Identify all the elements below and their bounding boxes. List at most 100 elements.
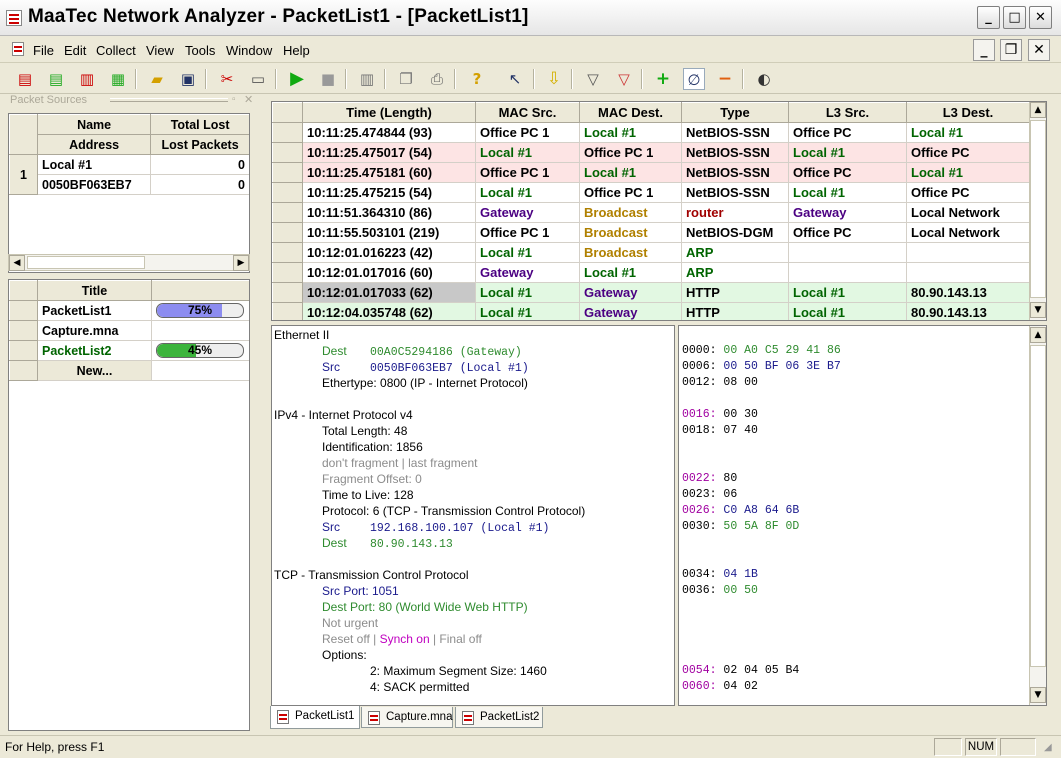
detail-line[interactable]: 4: SACK permitted (370, 680, 469, 694)
scroll-thumb[interactable] (1030, 120, 1046, 298)
mdi-restore-button[interactable]: ❐ (1000, 39, 1022, 61)
detail-line[interactable]: Time to Live: 128 (322, 488, 414, 502)
zoom-reset-icon[interactable]: ∅ (683, 68, 705, 90)
menu-tools[interactable]: Tools (185, 43, 215, 58)
report-icon[interactable]: ▦ (107, 68, 129, 90)
tab-packetlist1[interactable]: PacketList1 (270, 706, 360, 729)
col-mac-src[interactable]: MAC Src. (475, 102, 580, 123)
help-icon[interactable]: ? (466, 68, 488, 90)
menu-collect[interactable]: Collect (96, 43, 136, 58)
packet-row[interactable]: 10:11:51.364310 (86) Gateway Broadcast rout… (272, 202, 1030, 223)
delete-icon[interactable]: ▥ (356, 68, 378, 90)
scroll-down-icon[interactable]: ▼ (1030, 302, 1046, 318)
col-address[interactable]: Address (36, 134, 152, 155)
source-row-2[interactable]: 0050BF063EB7 0 (10, 174, 249, 195)
detail-line[interactable]: Identification: 1856 (322, 440, 423, 454)
scroll-up-icon[interactable]: ▲ (1030, 327, 1046, 343)
hex-line[interactable]: 0018: 07 40 (682, 424, 758, 437)
document-icon[interactable] (12, 42, 24, 56)
menu-help[interactable]: Help (283, 43, 310, 58)
menu-view[interactable]: View (146, 43, 174, 58)
minimize-button[interactable]: _ (977, 6, 1000, 29)
detail-line[interactable]: Reset off | Synch on | Final off (322, 632, 482, 646)
hex-line[interactable]: 0036: 00 50 (682, 584, 758, 597)
mdi-close-button[interactable]: ✕ (1028, 39, 1050, 61)
scroll-right-icon[interactable]: ▶ (233, 255, 249, 271)
save-icon[interactable]: ▣ (177, 68, 199, 90)
window-icon[interactable]: ▭ (247, 68, 269, 90)
col-total-lost[interactable]: Total Lost (150, 114, 249, 135)
detail-line[interactable]: Src Port: 1051 (322, 584, 399, 598)
scroll-down-icon[interactable]: ▼ (1030, 687, 1046, 703)
statistics-icon[interactable]: ▥ (76, 68, 98, 90)
pane-grip[interactable] (110, 98, 228, 102)
hex-line[interactable]: 0006: 00 50 BF 06 3E B7 (682, 360, 841, 373)
hex-line[interactable]: 0000: 00 A0 C5 29 41 86 (682, 344, 841, 357)
detail-line[interactable]: Dest 80.90.143.13 (322, 536, 453, 551)
menu-edit[interactable]: Edit (64, 43, 86, 58)
col-l3-src[interactable]: L3 Src. (788, 102, 907, 123)
detail-line[interactable]: Options: (322, 648, 367, 662)
row-header[interactable] (272, 142, 303, 163)
detail-line[interactable]: Src 192.168.100.107 (Local #1) (322, 520, 549, 535)
detail-line[interactable]: Dest Port: 80 (World Wide Web HTTP) (322, 600, 528, 614)
hex-line[interactable]: 0034: 04 1B (682, 568, 758, 581)
properties-icon[interactable]: ✂ (216, 68, 238, 90)
col-name[interactable]: Name (36, 114, 152, 135)
start-capture-icon[interactable]: ▶ (286, 68, 308, 90)
new-list-button[interactable]: New... (37, 360, 152, 381)
scroll-thumb[interactable] (1030, 345, 1046, 667)
packet-row[interactable]: 10:12:01.017016 (60) Gateway Local #1 ARP (272, 262, 1030, 283)
list-item[interactable]: Capture.mna (9, 320, 249, 341)
packet-row[interactable]: 10:11:25.475017 (54) Local #1 Office PC 1N… (272, 142, 1030, 163)
row-header[interactable] (272, 182, 303, 203)
detail-line[interactable]: Fragment Offset: 0 (322, 472, 422, 486)
new-list-icon[interactable]: ▤ (14, 68, 36, 90)
hex-line[interactable]: 0022: 80 (682, 472, 737, 485)
autoscroll-icon[interactable]: ⇩ (543, 68, 565, 90)
col-time[interactable]: Time (Length) (302, 102, 476, 123)
row-header[interactable] (272, 122, 303, 143)
color-scheme-icon[interactable]: ◐ (753, 68, 775, 90)
row-header[interactable] (272, 162, 303, 183)
col-l3-dest[interactable]: L3 Dest. (906, 102, 1030, 123)
row-header[interactable] (272, 222, 303, 243)
hex-line[interactable]: 0012: 08 00 (682, 376, 758, 389)
row-header[interactable] (272, 262, 303, 283)
list-item[interactable]: PacketList2 45% (9, 340, 249, 361)
resize-grip-icon[interactable]: ◢ (1044, 742, 1052, 753)
detail-line[interactable]: IPv4 - Internet Protocol v4 (274, 408, 413, 422)
detail-line[interactable]: Not urgent (322, 616, 378, 630)
detail-line[interactable]: don't fragment | last fragment (322, 456, 477, 470)
scroll-up-icon[interactable]: ▲ (1030, 102, 1046, 118)
pane-close-icon[interactable]: ✕ (244, 93, 253, 106)
packet-row[interactable]: 10:12:04.035748 (62) Local #1 Gateway HTTP L… (272, 302, 1030, 320)
zoom-in-icon[interactable]: + (652, 68, 674, 90)
list-item[interactable]: New... (9, 360, 249, 381)
app-icon[interactable] (6, 10, 22, 26)
copy-icon[interactable]: ❐ (395, 68, 417, 90)
row-header[interactable] (272, 242, 303, 263)
filter-remove-icon[interactable]: ▽ (613, 68, 635, 90)
packet-row[interactable]: 10:11:25.475181 (60) Office PC 1 Local #1 N… (272, 162, 1030, 183)
source-row[interactable]: 1 Local #1 0 (9, 154, 249, 195)
mdi-minimize-button[interactable]: _ (973, 39, 995, 61)
packets-vscrollbar[interactable]: ▲ ▼ (1029, 102, 1046, 320)
scroll-left-icon[interactable]: ◀ (9, 255, 25, 271)
row-header[interactable] (272, 302, 303, 320)
list-item[interactable]: PacketList1 75% (9, 300, 249, 321)
open-folder-icon[interactable]: ▰ (146, 68, 168, 90)
packet-row[interactable]: 10:11:25.474844 (93) Office PC 1 Local #1 N… (272, 122, 1030, 143)
hex-line[interactable]: 0016: 00 30 (682, 408, 758, 421)
filter-icon[interactable]: ▽ (582, 68, 604, 90)
hex-line[interactable]: 0054: 02 04 05 B4 (682, 664, 799, 677)
col-title[interactable]: Title (37, 280, 152, 301)
menu-window[interactable]: Window (226, 43, 272, 58)
row-header[interactable] (272, 202, 303, 223)
col-mac-dest[interactable]: MAC Dest. (579, 102, 682, 123)
packet-row[interactable]: 10:11:25.475215 (54) Local #1 Office PC 1N… (272, 182, 1030, 203)
detail-line[interactable]: Ethertype: 0800 (IP - Internet Protocol) (322, 376, 528, 390)
stop-capture-icon[interactable]: ■ (317, 68, 339, 90)
close-button[interactable]: ✕ (1029, 6, 1052, 29)
sources-hscrollbar[interactable]: ◀ ▶ (8, 254, 250, 271)
